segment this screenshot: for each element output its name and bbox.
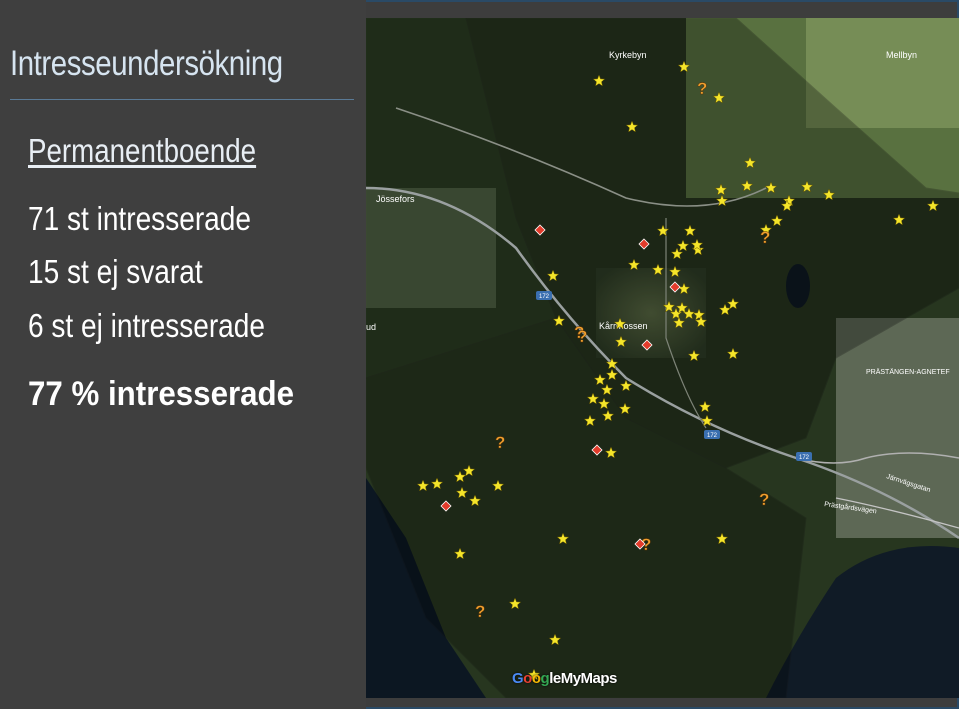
place-label: Mellbyn <box>886 50 917 60</box>
stat-no-answer: 15 st ej svarat <box>28 253 203 290</box>
road-sign: 172 <box>704 430 720 439</box>
stat-not-interested: 6 st ej intresserade <box>28 307 265 344</box>
summary-percent: 77 % intresserade <box>28 375 295 413</box>
svg-text:172: 172 <box>707 433 718 439</box>
info-panel: Intresseundersökning Permanentboende 71 … <box>0 0 366 709</box>
question-icon[interactable]: ? <box>495 433 506 452</box>
question-icon[interactable]: ? <box>697 79 708 98</box>
question-icon[interactable]: ? <box>760 228 771 247</box>
question-icon[interactable]: ? <box>577 327 588 346</box>
place-label: ud <box>366 322 376 332</box>
road-sign: 172 <box>536 291 552 300</box>
question-icon[interactable]: ? <box>475 602 486 621</box>
map-canvas[interactable]: Kyrkebyn Mellbyn Jössefors Kårrmossen ud… <box>366 18 959 698</box>
google-mymaps-logo: GoogleMyMaps <box>512 670 617 687</box>
title-divider <box>10 99 354 100</box>
svg-text:172: 172 <box>799 455 810 461</box>
section-subtitle: Permanentboende <box>28 132 257 169</box>
place-label: PRÄSTÄNGEN-AGNETEF <box>866 368 950 376</box>
place-label: Jössefors <box>376 194 415 204</box>
place-label: Kyrkebyn <box>609 50 647 60</box>
map-view[interactable]: Kyrkebyn Mellbyn Jössefors Kårrmossen ud… <box>366 18 959 698</box>
stat-interested: 71 st intresserade <box>28 200 251 237</box>
question-icon[interactable]: ? <box>759 490 770 509</box>
svg-text:172: 172 <box>539 294 550 300</box>
road-sign: 172 <box>796 452 812 461</box>
page-title: Intresseundersökning <box>10 44 283 83</box>
